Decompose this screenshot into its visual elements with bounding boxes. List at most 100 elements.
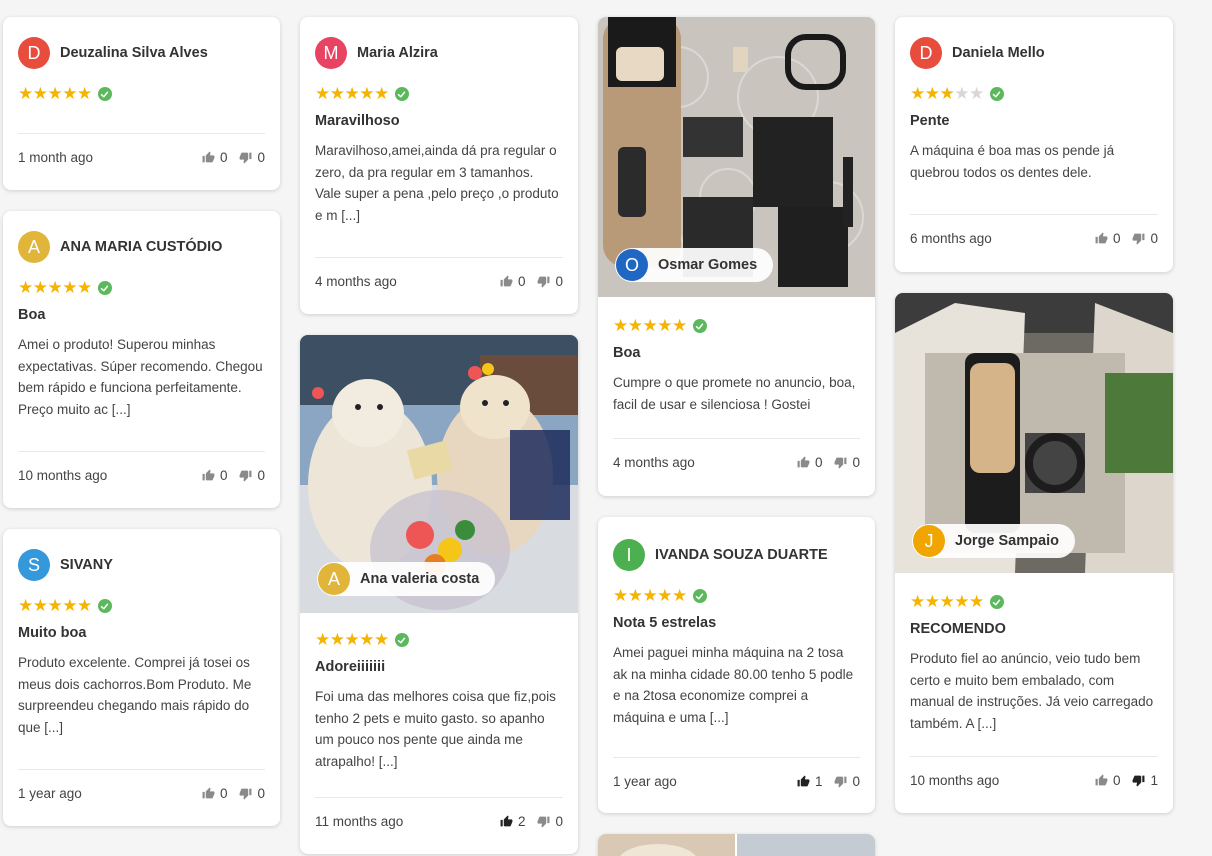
dislike-button[interactable]: 0 [239,150,265,165]
rating-row: ★ ★ ★ ★ ★ [910,83,1158,105]
star-filled-icon: ★ [77,596,92,615]
review-date: 1 year ago [18,786,82,801]
star-filled-icon: ★ [939,592,955,611]
review-card: A ANA MARIA CUSTÓDIO ★ ★ ★ ★ ★ Boa Amei o pr… [3,211,280,508]
dislike-count: 0 [257,150,265,165]
review-title: Boa [613,345,641,361]
like-button[interactable]: 0 [202,150,228,165]
review-card: I IVANDA SOUZA DUARTE ★ ★ ★ ★ ★ Nota 5 estre… [598,517,875,813]
reviewer-name: SIVANY [60,557,113,573]
star-filled-icon: ★ [315,84,330,103]
star-filled-icon: ★ [47,596,63,615]
review-text: Foi uma das melhores coisa que fiz,pois … [315,689,556,769]
review-text: A máquina é boa mas os pende já quebrou … [910,143,1115,180]
verified-badge-icon [692,319,707,333]
star-filled-icon: ★ [359,630,374,649]
avatar: A [318,563,350,595]
like-count: 0 [517,274,526,289]
like-button[interactable]: 0 [202,786,228,801]
star-filled-icon: ★ [32,278,48,297]
star-filled-icon: ★ [32,84,48,103]
avatar: D [910,37,942,69]
star-filled-icon: ★ [359,84,374,103]
like-button[interactable]: 2 [500,814,526,829]
reviewer-name: Daniela Mello [952,45,1045,61]
star-rating: ★ ★ ★ ★ ★ [18,597,92,615]
star-filled-icon: ★ [47,278,63,297]
review-date: 10 months ago [910,773,1000,788]
avatar: D [18,37,50,69]
review-photo[interactable]: J Jorge Sampaio [895,293,1173,573]
review-date: 6 months ago [910,231,992,246]
star-rating: ★ ★ ★ ★ ★ [315,85,389,103]
star-filled-icon: ★ [939,84,955,103]
rating-row: ★ ★ ★ ★ ★ [315,629,563,651]
star-filled-icon: ★ [910,84,925,103]
like-count: 0 [219,786,228,801]
dislike-button[interactable]: 0 [834,774,860,789]
star-filled-icon: ★ [672,316,687,335]
thumbs-up-icon [202,469,220,482]
thumbs-down-icon [1132,232,1150,245]
like-button[interactable]: 0 [500,274,526,289]
dislike-button[interactable]: 0 [537,814,563,829]
star-rating: ★ ★ ★ ★ ★ [315,631,389,649]
avatar: J [913,525,945,557]
like-button[interactable]: 0 [202,468,227,483]
dislike-count: 0 [555,814,563,829]
dislike-button[interactable]: 0 [834,455,860,470]
avatar: S [18,549,50,581]
dislike-button[interactable]: 0 [1132,231,1158,246]
rating-row: ★ ★ ★ ★ ★ [613,585,860,607]
reviewer-name: Ana valeria costa [360,571,480,587]
star-filled-icon: ★ [642,586,658,605]
dislike-button[interactable]: 1 [1132,773,1158,788]
review-text: Produto excelente. Comprei já tosei os m… [18,655,252,735]
star-rating: ★ ★ ★ ★ ★ [910,593,984,611]
review-card: A Ana valeria costa ★ ★ ★ ★ ★ Adoreiiiiiii F… [300,335,578,854]
dislike-count: 0 [257,468,265,483]
like-button[interactable]: 0 [1095,773,1120,788]
verified-badge-icon [394,633,409,647]
thumbs-up-icon [202,787,220,800]
review-photo[interactable]: O Osmar Gomes [598,17,875,297]
rating-row: ★ ★ ★ ★ ★ [613,315,860,337]
partial-photo-image [598,834,875,856]
like-button[interactable]: 1 [797,774,822,789]
dislike-button[interactable]: 0 [239,468,265,483]
dislike-button[interactable]: 0 [537,274,563,289]
review-date: 11 months ago [315,814,404,829]
like-count: 2 [517,814,526,829]
star-filled-icon: ★ [954,592,969,611]
star-filled-icon: ★ [672,586,687,605]
thumbs-down-icon [239,469,257,482]
review-title: RECOMENDO [910,621,1006,637]
thumbs-down-icon [537,815,555,828]
dislike-button[interactable]: 0 [239,786,265,801]
star-filled-icon: ★ [642,316,658,335]
star-filled-icon: ★ [924,592,940,611]
thumbs-down-icon [834,456,852,469]
like-button[interactable]: 0 [797,455,822,470]
review-card: D Deuzalina Silva Alves ★ ★ ★ ★ ★ 1 month ag… [3,17,280,190]
verified-badge-icon [97,599,112,613]
star-filled-icon: ★ [77,278,92,297]
review-text: Maravilhoso,amei,ainda dá pra regular o … [315,143,559,223]
dislike-count: 1 [1150,773,1158,788]
reviewer-name: Maria Alzira [357,45,438,61]
thumbs-down-icon [834,775,852,788]
star-filled-icon: ★ [62,84,77,103]
like-button[interactable]: 0 [1095,231,1120,246]
star-rating: ★ ★ ★ ★ ★ [910,85,984,103]
star-filled-icon: ★ [18,278,33,297]
review-card: M Maria Alzira ★ ★ ★ ★ ★ Maravilhoso Maravil… [300,17,578,314]
star-rating: ★ ★ ★ ★ ★ [613,317,687,335]
dislike-count: 0 [1150,231,1158,246]
review-photo[interactable]: A Ana valeria costa [300,335,578,613]
thumbs-up-icon [797,456,815,469]
like-count: 0 [219,150,228,165]
star-filled-icon: ★ [613,316,628,335]
star-filled-icon: ★ [47,84,63,103]
star-filled-icon: ★ [329,84,345,103]
thumbs-down-icon [1132,774,1150,787]
